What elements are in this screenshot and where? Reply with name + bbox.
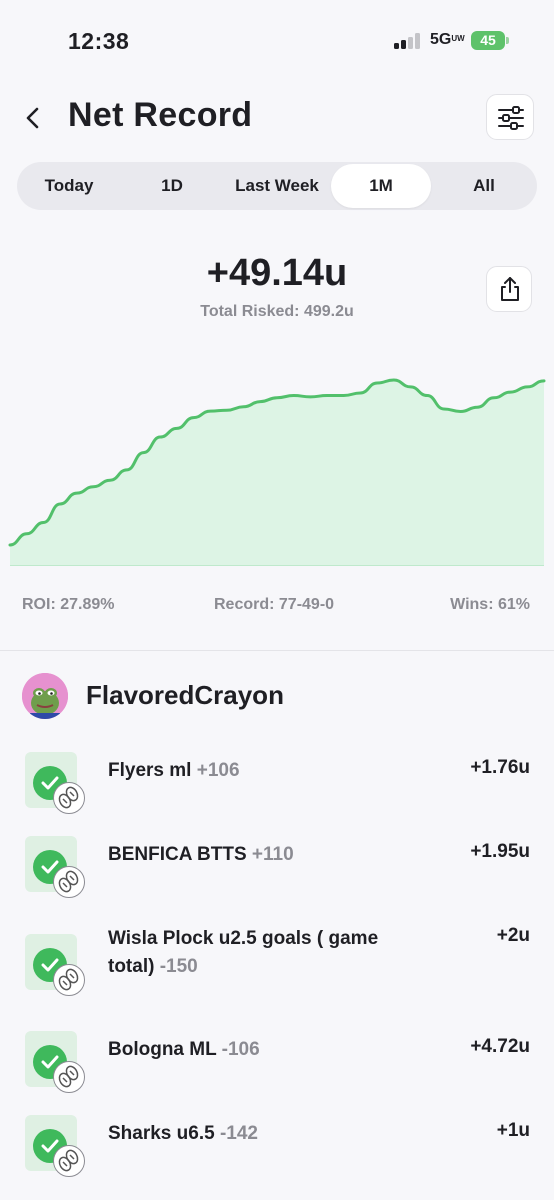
- bet-title: BENFICA BTTS +110: [108, 844, 294, 865]
- bet-odds: -150: [159, 956, 198, 977]
- share-button[interactable]: [486, 266, 532, 312]
- bet-odds: -142: [219, 1123, 258, 1144]
- sport-ball-icon: [53, 1145, 85, 1177]
- tab-all[interactable]: All: [434, 164, 534, 208]
- bet-badge: [25, 1031, 85, 1093]
- record-stat: Record: 77-49-0: [214, 596, 335, 613]
- tab-1m[interactable]: 1M: [331, 164, 431, 208]
- sport-ball-icon: [53, 866, 85, 898]
- roi-stat: ROI: 27.89%: [22, 596, 115, 613]
- sport-ball-icon: [53, 964, 85, 996]
- sport-ball-icon: [53, 782, 85, 814]
- bet-result: +4.72u: [470, 1036, 530, 1057]
- bet-odds: +106: [196, 760, 240, 781]
- bet-title: Wisla Plock u2.5 goals ( game total) -15…: [108, 928, 379, 977]
- tab-1d[interactable]: 1D: [122, 164, 222, 208]
- chart-svg: [8, 378, 546, 565]
- section-divider: [0, 650, 554, 651]
- date-range-tabs: Today 1D Last Week 1M All: [17, 162, 537, 210]
- status-time: 12:38: [68, 28, 130, 54]
- status-bar: 12:38 5GUW 45: [0, 0, 554, 80]
- bet-badge: [25, 934, 85, 996]
- bet-odds: -106: [221, 1039, 260, 1060]
- sport-ball-icon: [53, 1061, 85, 1093]
- net-units-value: +49.14u: [206, 252, 348, 294]
- bet-title: Sharks u6.5 -142: [108, 1123, 258, 1144]
- total-risked-label: Total Risked: 499.2u: [200, 303, 354, 320]
- chart-baseline: [10, 565, 544, 566]
- share-icon: [501, 277, 519, 301]
- bet-title: Flyers ml +106: [108, 760, 240, 781]
- chevron-left-icon: [26, 107, 39, 129]
- username[interactable]: FlavoredCrayon: [86, 680, 284, 711]
- bet-badge: [25, 752, 85, 814]
- network-indicator: 5GUW: [430, 31, 465, 48]
- battery-tip: [506, 37, 509, 44]
- bet-odds: +110: [251, 844, 294, 865]
- bet-result: +2u: [496, 925, 530, 946]
- tab-last-week[interactable]: Last Week: [225, 164, 329, 208]
- filter-button[interactable]: [486, 94, 534, 140]
- bet-result: +1.76u: [470, 757, 530, 778]
- sliders-icon: [498, 106, 524, 130]
- bet-result: +1u: [496, 1120, 530, 1141]
- bet-badge: [25, 1115, 85, 1177]
- bet-badge: [25, 836, 85, 898]
- net-record-chart: [0, 330, 554, 570]
- cellular-signal-icon: [394, 33, 422, 49]
- bet-title: Bologna ML -106: [108, 1039, 260, 1060]
- chart-area-fill: [10, 380, 544, 565]
- tab-today[interactable]: Today: [19, 164, 119, 208]
- page-title: Net Record: [68, 96, 253, 134]
- back-button[interactable]: [18, 98, 50, 138]
- frog-avatar-icon[interactable]: [22, 673, 68, 719]
- bet-result: +1.95u: [470, 841, 530, 862]
- battery-icon: 45: [471, 31, 505, 50]
- wins-stat: Wins: 61%: [450, 596, 530, 613]
